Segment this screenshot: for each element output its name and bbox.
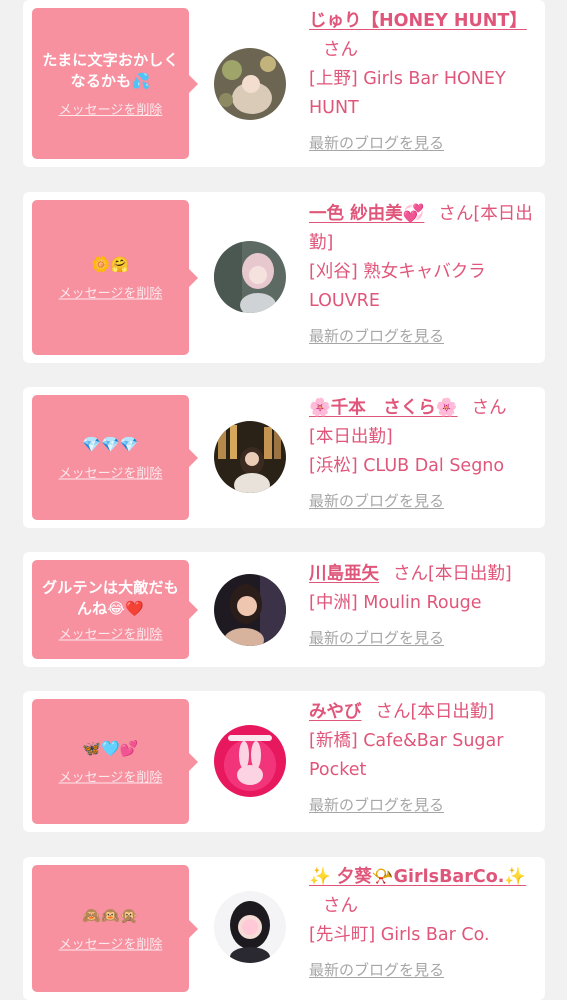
- message-text: 🙈🙉🙊: [82, 906, 139, 924]
- avatar[interactable]: [214, 574, 286, 646]
- honorific: さん: [375, 702, 411, 722]
- avatar[interactable]: [214, 241, 286, 313]
- status-badge: [本日出勤]: [309, 427, 393, 447]
- card-info: 一色 紗由美💞 さん[本日出勤] [刈谷] 熟女キャバクラ LOUVRE 最新のブ…: [309, 200, 535, 351]
- cast-name-link[interactable]: 川島亜矢: [309, 564, 379, 584]
- message-text: グルテンは大敵だもんね😂❤️: [42, 578, 179, 617]
- view-blog-link[interactable]: 最新のブログを見る: [309, 322, 444, 351]
- delete-message-link[interactable]: メッセージを削除: [59, 99, 163, 118]
- honorific: さん: [393, 564, 428, 584]
- view-blog-link[interactable]: 最新のブログを見る: [309, 129, 444, 158]
- message-card: たまに文字おかしくなるかも💦 メッセージを削除 じゅり【HONEY HUNT】さ…: [23, 0, 545, 167]
- message-bubble: 🦋🩵💕 メッセージを削除: [32, 699, 198, 824]
- delete-message-link[interactable]: メッセージを削除: [59, 282, 163, 301]
- view-blog-link[interactable]: 最新のブログを見る: [309, 791, 444, 820]
- message-bubble: グルテンは大敵だもんね😂❤️ メッセージを削除: [32, 560, 198, 659]
- shop-name: [浜松] CLUB Dal Segno: [309, 456, 505, 476]
- view-blog-link[interactable]: 最新のブログを見る: [309, 624, 444, 653]
- message-card: 🦋🩵💕 メッセージを削除 みやび さん[本日出勤] [新橋] Cafe&Bar S…: [23, 691, 545, 832]
- status-badge: [本日出勤]: [428, 564, 512, 584]
- honorific: さん: [323, 40, 358, 60]
- message-card: 💎💎💎 メッセージを削除 🌸千本 さくら🌸 さん [本日出勤] [浜松] CLUB…: [23, 387, 545, 528]
- avatar-photo-icon: [214, 48, 286, 120]
- cast-name-link[interactable]: じゅり【HONEY HUNT】: [309, 11, 527, 31]
- avatar-photo-icon: [214, 574, 286, 646]
- delete-message-link[interactable]: メッセージを削除: [59, 766, 163, 785]
- message-bubble: 🌼🤗 メッセージを削除: [32, 200, 198, 355]
- honorific: さん: [323, 896, 358, 916]
- avatar-bunny-icon: [214, 725, 286, 797]
- shop-name: [上野] Girls Bar HONEY HUNT: [309, 69, 506, 118]
- avatar[interactable]: [214, 725, 286, 797]
- delete-message-link[interactable]: メッセージを削除: [59, 462, 163, 481]
- message-card: 🙈🙉🙊 メッセージを削除 ✨ 夕葵📯GirlsBarCo.✨ さん [先斗町] G…: [23, 857, 545, 1000]
- message-text: たまに文字おかしくなるかも💦: [42, 50, 179, 90]
- shop-name: [中洲] Moulin Rouge: [309, 593, 482, 613]
- message-text: 💎💎💎: [82, 435, 139, 453]
- avatar-photo-icon: [214, 891, 286, 963]
- card-info: 🌸千本 さくら🌸 さん [本日出勤] [浜松] CLUB Dal Segno 最新…: [309, 394, 535, 516]
- message-bubble: たまに文字おかしくなるかも💦 メッセージを削除: [32, 8, 198, 159]
- message-text: 🦋🩵💕: [82, 739, 139, 757]
- shop-name: [先斗町] Girls Bar Co.: [309, 925, 490, 945]
- message-bubble: 🙈🙉🙊 メッセージを削除: [32, 865, 198, 992]
- message-card: グルテンは大敵だもんね😂❤️ メッセージを削除 川島亜矢 さん[本日出勤] [中洲…: [23, 552, 545, 667]
- card-info: ✨ 夕葵📯GirlsBarCo.✨さん [先斗町] Girls Bar Co. …: [309, 863, 535, 985]
- view-blog-link[interactable]: 最新のブログを見る: [309, 956, 444, 985]
- card-info: 川島亜矢 さん[本日出勤] [中洲] Moulin Rouge 最新のブログを見る: [309, 560, 535, 653]
- shop-name: [新橋] Cafe&Bar Sugar Pocket: [309, 731, 504, 780]
- delete-message-link[interactable]: メッセージを削除: [59, 623, 163, 642]
- avatar[interactable]: [214, 48, 286, 120]
- cast-name-link[interactable]: 🌸千本 さくら🌸: [309, 398, 458, 418]
- cast-name-link[interactable]: ✨ 夕葵📯GirlsBarCo.✨: [309, 867, 526, 887]
- message-text: 🌼🤗: [91, 255, 130, 273]
- cast-name-link[interactable]: みやび: [309, 702, 362, 722]
- avatar[interactable]: [214, 891, 286, 963]
- avatar-photo-icon: [214, 241, 286, 313]
- honorific: さん: [471, 398, 507, 418]
- avatar[interactable]: [214, 421, 286, 493]
- card-info: じゅり【HONEY HUNT】さん [上野] Girls Bar HONEY H…: [309, 7, 535, 158]
- view-blog-link[interactable]: 最新のブログを見る: [309, 487, 444, 516]
- avatar-photo-icon: [214, 421, 286, 493]
- delete-message-link[interactable]: メッセージを削除: [59, 933, 163, 952]
- shop-name: [刈谷] 熟女キャバクラ LOUVRE: [309, 262, 486, 311]
- card-info: みやび さん[本日出勤] [新橋] Cafe&Bar Sugar Pocket 最…: [309, 698, 535, 820]
- message-card: 🌼🤗 メッセージを削除 一色 紗由美💞 さん[本日出勤] [刈谷] 熟女キャバクラ…: [23, 192, 545, 363]
- cast-name-link[interactable]: 一色 紗由美💞: [309, 204, 424, 224]
- status-badge: [本日出勤]: [410, 702, 495, 722]
- message-bubble: 💎💎💎 メッセージを削除: [32, 395, 198, 520]
- honorific: さん: [438, 204, 474, 224]
